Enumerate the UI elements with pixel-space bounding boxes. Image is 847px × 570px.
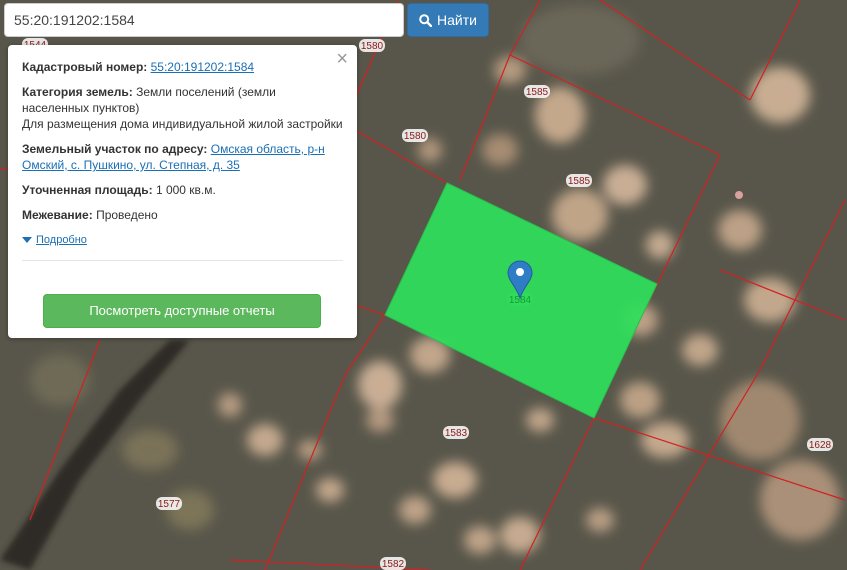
close-icon[interactable]: × (336, 49, 348, 69)
search-button-label: Найти (437, 12, 477, 28)
parcel-label-1582: 1582 (382, 559, 405, 570)
search-bar: Найти (4, 3, 489, 37)
area-value: 1 000 кв.м. (155, 183, 216, 197)
details-toggle[interactable]: Подробно (22, 232, 343, 248)
search-button[interactable]: Найти (407, 3, 489, 37)
parcel-label-1580: 1580 (404, 131, 427, 142)
address-label: Земельный участок по адресу: (22, 142, 208, 156)
cadastral-link[interactable]: 55:20:191202:1584 (151, 60, 254, 74)
cadastral-label: Кадастровый номер: (22, 60, 148, 74)
parcel-label-1585: 1585 (568, 176, 591, 187)
survey-label: Межевание: (22, 208, 93, 222)
parcel-label-1585-top: 1585 (526, 87, 549, 98)
map-point (735, 191, 743, 199)
divider (22, 260, 343, 261)
parcel-info-popup: × Кадастровый номер: 55:20:191202:1584 К… (8, 45, 357, 338)
cadastral-row: Кадастровый номер: 55:20:191202:1584 (22, 59, 343, 75)
category-row: Категория земель: Земли поселений (земли… (22, 84, 343, 132)
parcel-label-1628: 1628 (809, 440, 832, 451)
category-label: Категория земель: (22, 85, 133, 99)
caret-down-icon (22, 237, 32, 243)
area-row: Уточненная площадь: 1 000 кв.м. (22, 182, 343, 198)
address-row: Земельный участок по адресу: Омская обла… (22, 141, 343, 173)
parcel-label-1580-top: 1580 (361, 41, 384, 52)
area-label: Уточненная площадь: (22, 183, 153, 197)
category-purpose: Для размещения дома индивидуальной жилой… (22, 117, 343, 131)
search-input[interactable] (4, 3, 404, 37)
survey-row: Межевание: Проведено (22, 207, 343, 223)
details-link[interactable]: Подробно (36, 232, 87, 248)
search-icon (419, 13, 433, 27)
parcel-label-1583: 1583 (445, 428, 468, 439)
parcel-label-1577: 1577 (158, 499, 181, 510)
survey-value: Проведено (96, 208, 158, 222)
view-reports-button[interactable]: Посмотреть доступные отчеты (43, 294, 321, 328)
